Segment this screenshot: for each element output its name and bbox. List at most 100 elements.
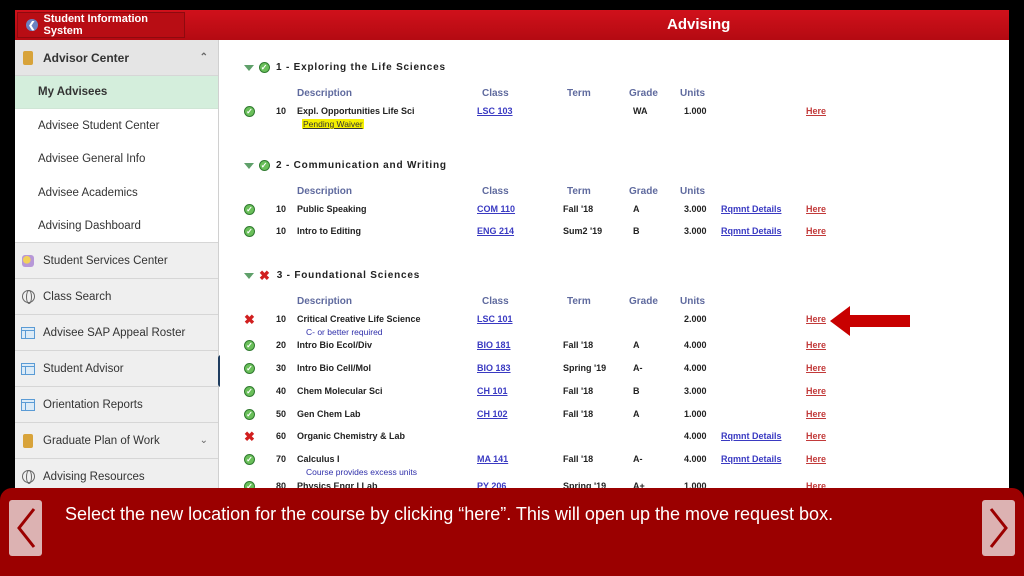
x-icon: ✖ (244, 429, 255, 444)
units: 3.000 (684, 386, 707, 396)
rqmnt-details-link[interactable]: Rqmnt Details (721, 431, 782, 441)
sequence-number: 20 (276, 340, 287, 350)
course-row: ✖ 60 Organic Chemistry & Lab 4.000 Rqmnt Det… (220, 429, 1009, 445)
term: Fall '18 (563, 204, 594, 214)
here-link[interactable]: Here (806, 340, 826, 350)
sidebar-item-label: Advisee General Info (38, 153, 146, 166)
column-header-term: Term (567, 186, 591, 197)
here-link[interactable]: Here (806, 314, 826, 324)
here-link[interactable]: Here (806, 454, 826, 464)
course-row: ✓ 20 Intro Bio Ecol/Div BIO 181 Fall '18 A 4.0… (220, 340, 1009, 354)
check-icon: ✓ (244, 454, 255, 465)
class-link[interactable]: MA 141 (477, 454, 508, 464)
grade: A (633, 409, 640, 419)
sequence-number: 10 (276, 314, 287, 324)
grade: A (633, 204, 640, 214)
sidebar-item-advisee-sap-appeal-roster[interactable]: Advisee SAP Appeal Roster (15, 315, 218, 351)
units: 4.000 (684, 340, 707, 350)
check-icon: ✓ (244, 363, 255, 374)
class-link[interactable]: ENG 214 (477, 226, 514, 236)
check-icon: ✓ (244, 409, 255, 420)
class-link[interactable]: LSC 101 (477, 314, 513, 324)
requirement-title: 2 - Communication and Writing (276, 160, 447, 171)
instruction-text: Select the new location for the course b… (65, 504, 834, 524)
course-description: Gen Chem Lab (297, 409, 361, 419)
sidebar-item-label: Graduate Plan of Work (43, 434, 160, 447)
pending-waiver-link[interactable]: Pending Waiver (302, 119, 364, 129)
sidebar-item-advisee-student-center[interactable]: Advisee Student Center (15, 109, 218, 143)
sidebar-item-my-advisees[interactable]: My Advisees (15, 76, 218, 109)
here-link[interactable]: Here (806, 204, 826, 214)
sidebar-item-advising-dashboard[interactable]: Advising Dashboard (15, 209, 218, 243)
course-row: ✓ 50 Gen Chem Lab CH 102 Fall '18 A 1.000 Here (220, 409, 1009, 423)
column-header-description: Description (297, 88, 353, 99)
next-button[interactable] (982, 500, 1015, 556)
previous-button[interactable] (9, 500, 42, 556)
requirements-content: ✓ 1 - Exploring the Life Sciences Descript… (220, 40, 1009, 496)
requirement-title: 1 - Exploring the Life Sciences (276, 62, 446, 73)
book-icon (21, 50, 35, 65)
collapse-triangle-icon[interactable] (244, 162, 254, 169)
rqmnt-details-link[interactable]: Rqmnt Details (721, 454, 782, 464)
requirement-title: 3 - Foundational Sciences (276, 270, 421, 281)
requirement-header: ✖ 3 - Foundational Sciences (244, 269, 421, 282)
class-link[interactable]: BIO 183 (477, 363, 511, 373)
check-icon: ✓ (244, 226, 255, 237)
collapse-triangle-icon[interactable] (244, 272, 254, 279)
check-icon: ✓ (244, 386, 255, 397)
column-header-description: Description (297, 186, 353, 197)
here-link[interactable]: Here (806, 431, 826, 441)
course-status: ✖ (244, 313, 261, 326)
sequence-number: 60 (276, 431, 287, 441)
sidebar-item-student-services-center[interactable]: Student Services Center (15, 243, 218, 279)
sidebar-item-student-advisor[interactable]: Student Advisor (15, 351, 218, 387)
course-status: ✓ (244, 409, 261, 420)
check-icon: ✓ (259, 160, 270, 171)
sidebar-item-label: Student Advisor (43, 362, 124, 375)
book-icon (21, 433, 35, 448)
class-link[interactable]: LSC 103 (477, 106, 513, 116)
globe-icon (21, 470, 35, 484)
column-header-term: Term (567, 88, 591, 99)
here-link[interactable]: Here (806, 363, 826, 373)
people-icon (21, 254, 35, 268)
course-row: ✓ 10 Public Speaking COM 110 Fall '18 A 3.000 R… (220, 204, 1009, 218)
sidebar-item-advisee-academics[interactable]: Advisee Academics (15, 176, 218, 210)
column-header-units: Units (680, 88, 705, 99)
here-link[interactable]: Here (806, 386, 826, 396)
sidebar-item-advisee-general-info[interactable]: Advisee General Info (15, 142, 218, 176)
here-link[interactable]: Here (806, 226, 826, 236)
globe-icon (21, 290, 35, 304)
here-link[interactable]: Here (806, 106, 826, 116)
course-row: ✓ 10 Expl. Opportunities Life Sci LSC 103 WA… (220, 106, 1009, 120)
student-information-system-button[interactable]: ❮ Student Information System (17, 12, 185, 38)
sidebar-item-label: Advising Resources (43, 470, 145, 483)
grade: A- (633, 454, 643, 464)
class-link[interactable]: CH 102 (477, 409, 508, 419)
rqmnt-details-link[interactable]: Rqmnt Details (721, 226, 782, 236)
sidebar-item-advisor-center[interactable]: Advisor Center ⌃ (15, 40, 218, 76)
column-header-class: Class (482, 186, 509, 197)
sidebar: Advisor Center ⌃ My Advisees Advisee Stu… (15, 40, 219, 496)
back-button-label: Student Information System (43, 13, 149, 37)
sidebar-item-label: Advisee SAP Appeal Roster (43, 326, 186, 339)
collapse-triangle-icon[interactable] (244, 64, 254, 71)
sidebar-item-class-search[interactable]: Class Search (15, 279, 218, 315)
page-title: Advising (667, 16, 731, 33)
chevron-down-icon: ⌄ (199, 435, 208, 446)
sidebar-item-label: Advisee Student Center (38, 119, 160, 132)
sidebar-item-orientation-reports[interactable]: Orientation Reports (15, 387, 218, 423)
class-link[interactable]: CH 101 (477, 386, 508, 396)
sidebar-item-label: My Advisees (38, 86, 108, 98)
sidebar-item-graduate-plan-of-work[interactable]: Graduate Plan of Work ⌄ (15, 423, 218, 459)
course-status: ✓ (244, 204, 261, 215)
class-link[interactable]: COM 110 (477, 204, 515, 214)
top-bar: ❮ Student Information System Advising (15, 10, 1009, 40)
here-link[interactable]: Here (806, 409, 826, 419)
course-status: ✖ (244, 429, 261, 444)
units: 4.000 (684, 431, 707, 441)
class-link[interactable]: BIO 181 (477, 340, 511, 350)
units: 1.000 (684, 106, 707, 116)
rqmnt-details-link[interactable]: Rqmnt Details (721, 204, 782, 214)
pointer-arrow-icon (830, 306, 910, 336)
